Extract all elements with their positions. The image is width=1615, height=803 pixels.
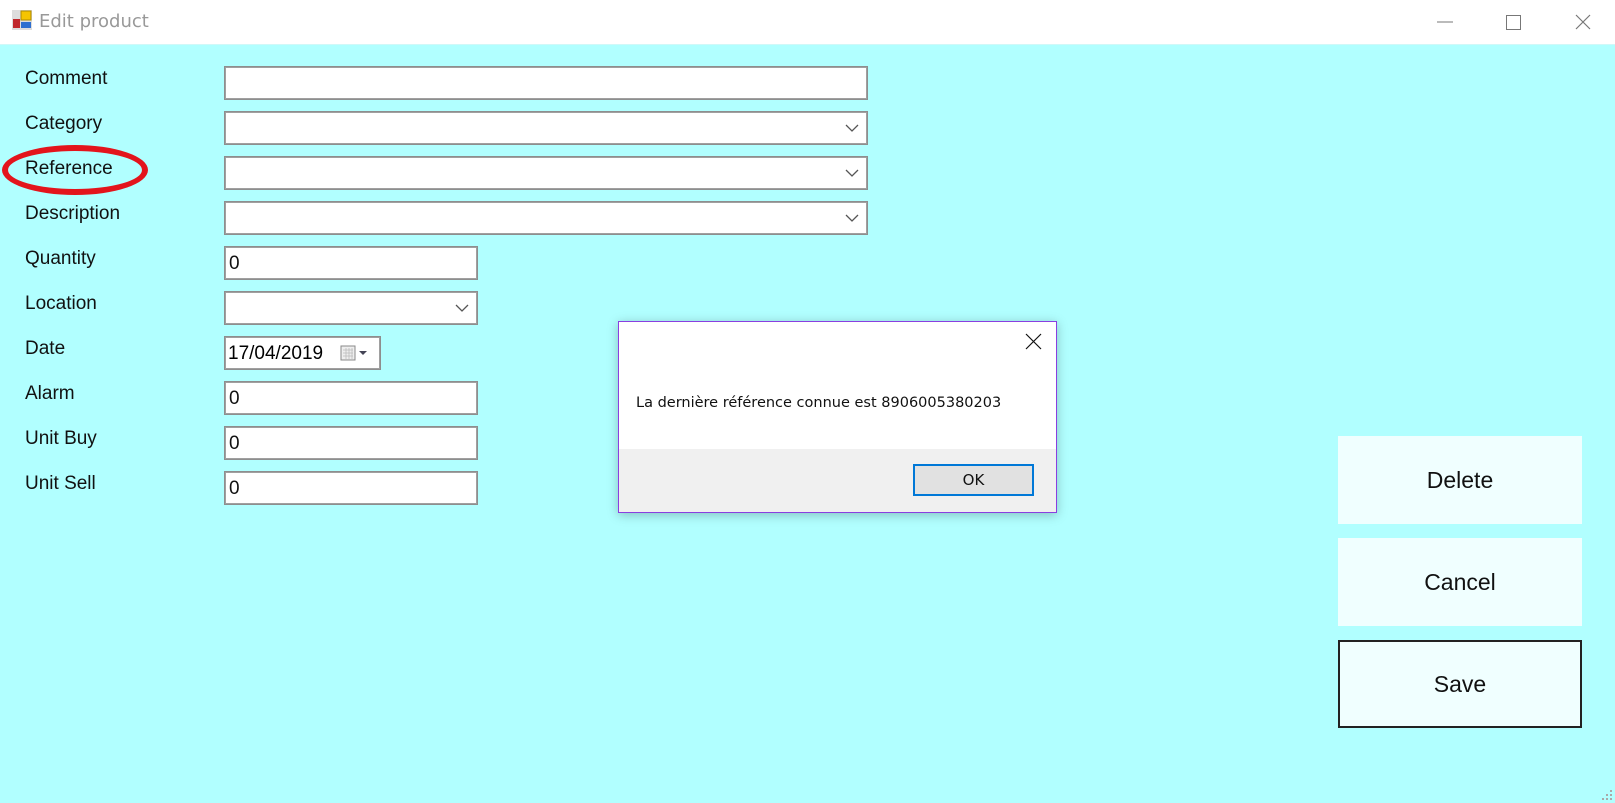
dialog-close-button[interactable] xyxy=(1018,328,1048,354)
date-value: 17/04/2019 xyxy=(228,343,324,364)
close-icon xyxy=(1025,333,1041,349)
label-quantity: Quantity xyxy=(25,248,96,269)
window-title: Edit product xyxy=(39,11,149,32)
close-icon xyxy=(1575,14,1591,30)
chevron-down-icon[interactable] xyxy=(845,123,859,133)
quantity-input[interactable]: 0 xyxy=(224,246,478,280)
dialog-footer: OK xyxy=(619,449,1056,512)
save-button[interactable]: Save xyxy=(1338,640,1582,728)
label-location: Location xyxy=(25,293,97,314)
minimize-button[interactable] xyxy=(1410,0,1480,44)
app-form-icon xyxy=(12,10,32,30)
label-category: Category xyxy=(25,113,103,134)
maximize-button[interactable] xyxy=(1478,0,1548,44)
dialog-message: La dernière référence connue est 8906005… xyxy=(636,395,1002,411)
ok-button[interactable]: OK xyxy=(913,464,1034,496)
cancel-button[interactable]: Cancel xyxy=(1338,538,1582,626)
label-date: Date xyxy=(25,338,66,359)
delete-button[interactable]: Delete xyxy=(1338,436,1582,524)
title-bar: Edit product xyxy=(0,0,1615,45)
chevron-down-icon[interactable] xyxy=(845,213,859,223)
comment-input[interactable] xyxy=(224,66,868,100)
alarm-input[interactable]: 0 xyxy=(224,381,478,415)
maximize-icon xyxy=(1505,14,1521,30)
label-alarm: Alarm xyxy=(25,383,75,404)
calendar-dropdown-icon[interactable] xyxy=(340,345,372,361)
label-unit-buy: Unit Buy xyxy=(25,428,97,449)
location-combobox[interactable] xyxy=(224,291,478,325)
close-button[interactable] xyxy=(1548,0,1615,44)
category-combobox[interactable] xyxy=(224,111,868,145)
unit-sell-input[interactable]: 0 xyxy=(224,471,478,505)
label-comment: Comment xyxy=(25,68,108,89)
chevron-down-icon[interactable] xyxy=(845,168,859,178)
resize-grip-icon[interactable] xyxy=(1601,789,1613,801)
description-combobox[interactable] xyxy=(224,201,868,235)
unit-buy-input[interactable]: 0 xyxy=(224,426,478,460)
label-unit-sell: Unit Sell xyxy=(25,473,96,494)
minimize-icon xyxy=(1437,21,1453,23)
reference-combobox[interactable] xyxy=(224,156,868,190)
message-dialog: La dernière référence connue est 8906005… xyxy=(618,321,1057,513)
label-reference: Reference xyxy=(25,158,113,179)
date-picker[interactable]: 17/04/2019 xyxy=(224,336,381,370)
chevron-down-icon[interactable] xyxy=(455,303,469,313)
label-description: Description xyxy=(25,203,121,224)
